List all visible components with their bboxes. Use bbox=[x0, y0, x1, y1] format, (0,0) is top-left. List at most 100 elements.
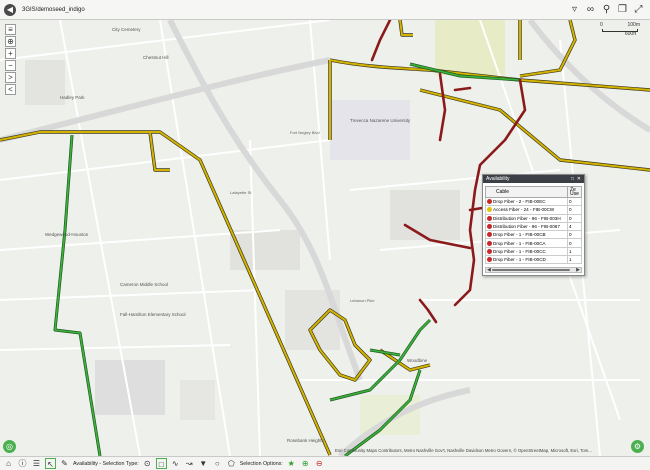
table-row[interactable]: Drop Fiber - 2 - FIB-00EC 0 bbox=[485, 196, 582, 207]
status-dot-icon bbox=[487, 199, 492, 205]
map-label-woodbine: Woodbine bbox=[407, 358, 428, 363]
table-row[interactable]: Drop Fiber - 1 - FIB-00CB 0 bbox=[485, 230, 582, 240]
scroll-left-icon[interactable]: ◀ bbox=[487, 267, 491, 273]
status-dot-icon bbox=[487, 215, 492, 221]
cable-cell[interactable]: Drop Fiber - 1 - FIB-00CA bbox=[485, 238, 568, 248]
ze-use-cell: 0 bbox=[567, 238, 582, 248]
locate-fab-icon[interactable]: ◎ bbox=[3, 440, 16, 453]
horizontal-scrollbar[interactable]: ◀ ▶ bbox=[485, 267, 582, 273]
map-label-chestnut-hill: Chestnut Hill bbox=[143, 55, 169, 60]
top-tools: ▿ ∞ ⚲ ❐ ⤢ bbox=[569, 3, 644, 16]
menu-icon[interactable]: ≡ bbox=[5, 24, 16, 35]
column-header-ze-use[interactable]: Ze Use bbox=[567, 186, 582, 198]
app-logo-icon[interactable]: ◀ bbox=[4, 3, 16, 16]
lasso-select-icon[interactable]: ⬠ bbox=[226, 458, 237, 469]
column-header-cable[interactable]: Cable bbox=[485, 186, 568, 198]
map-attribution: Esri Community Maps Contributors, Metro … bbox=[335, 448, 592, 453]
filter-icon[interactable]: ▿ bbox=[569, 3, 580, 16]
table-row[interactable]: Access Fiber - 24 - FIB-00CW 0 bbox=[485, 205, 582, 215]
rectangle-select-icon[interactable]: □ bbox=[155, 458, 167, 469]
table-row[interactable]: Distribution Fiber - 96 - FIB-003H 0 bbox=[485, 213, 582, 223]
circle-select-icon[interactable]: ○ bbox=[212, 458, 223, 469]
cable-name: Distribution Fiber - 96 - FIB-0067 bbox=[493, 224, 560, 230]
map-label-wedgewood-houston: Wedgewood-Houston bbox=[45, 232, 89, 237]
table-row[interactable]: Drop Fiber - 1 - FIB-00CA 0 bbox=[485, 238, 582, 248]
map-controls: ≡ ⊕ + − > < bbox=[5, 24, 16, 95]
selection-type-label: Availability - Selection Type: bbox=[73, 460, 139, 467]
park-area bbox=[435, 20, 505, 75]
map-label-cameron-middle: Cameron Middle School bbox=[120, 282, 169, 287]
scale-label-feet: 600ft bbox=[624, 31, 636, 37]
search-icon[interactable]: ⚲ bbox=[601, 3, 612, 16]
expand-icon[interactable]: > bbox=[5, 72, 16, 83]
app-title: 3GIS/demoseed_indigo bbox=[22, 6, 85, 13]
collapse-icon[interactable]: < bbox=[5, 84, 16, 95]
availability-panel-header[interactable]: Availability □ ✕ bbox=[483, 175, 584, 183]
scroll-right-icon[interactable]: ▶ bbox=[576, 267, 580, 273]
home-icon[interactable]: ⌂ bbox=[3, 458, 14, 469]
scale-label-zero: 0 bbox=[600, 22, 603, 28]
cable-cell[interactable]: Drop Fiber - 1 - FIB-00CD bbox=[485, 255, 568, 265]
cable-name: Distribution Fiber - 96 - FIB-003H bbox=[493, 215, 561, 221]
map-label-rosebank-heights: Rosebank Heights bbox=[287, 438, 324, 443]
cable-name: Drop Fiber - 1 - FIB-00CC bbox=[493, 248, 546, 254]
new-selection-icon[interactable]: ★ bbox=[286, 458, 297, 469]
road-label-lebanon-pike: Lebanon Pike bbox=[350, 298, 375, 303]
status-dot-icon bbox=[487, 257, 492, 263]
cable-cell[interactable]: Drop Fiber - 1 - FIB-00CC bbox=[485, 246, 568, 257]
availability-panel-title: Availability bbox=[486, 176, 510, 182]
map-label-hadley-park: Hadley Park bbox=[60, 95, 85, 100]
building-block bbox=[25, 60, 65, 105]
ze-use-cell: 1 bbox=[567, 255, 582, 265]
line-select-icon[interactable]: ∿ bbox=[170, 458, 181, 469]
cable-cell[interactable]: Drop Fiber - 2 - FIB-00EC bbox=[485, 196, 568, 207]
ze-use-cell: 0 bbox=[567, 196, 582, 207]
ze-use-cell: 0 bbox=[567, 230, 582, 240]
pencil-icon[interactable]: ✎ bbox=[59, 458, 70, 469]
cable-cell[interactable]: Distribution Fiber - 96 - FIB-0067 bbox=[485, 221, 568, 232]
table-row[interactable]: Drop Fiber - 1 - FIB-00CC 1 bbox=[485, 246, 582, 257]
pointer-icon[interactable]: ↖ bbox=[45, 458, 56, 469]
info-icon[interactable]: ⓘ bbox=[17, 458, 28, 469]
cable-name: Drop Fiber - 2 - FIB-00EC bbox=[493, 199, 546, 205]
availability-panel[interactable]: Availability □ ✕ Cable Ze Use Drop Fiber… bbox=[482, 174, 585, 276]
add-selection-icon[interactable]: ⊕ bbox=[300, 458, 311, 469]
building-block bbox=[390, 190, 460, 240]
cable-cell[interactable]: Access Fiber - 24 - FIB-00CW bbox=[485, 205, 568, 215]
availability-rows: Drop Fiber - 2 - FIB-00EC 0 Access Fiber -… bbox=[485, 196, 582, 265]
table-row[interactable]: Distribution Fiber - 96 - FIB-0067 4 bbox=[485, 221, 582, 232]
road-label-lafayette: Lafayette St bbox=[230, 190, 252, 195]
scrollbar-thumb[interactable] bbox=[492, 269, 570, 271]
building-block bbox=[180, 380, 215, 420]
cable-cell[interactable]: Drop Fiber - 1 - FIB-00CB bbox=[485, 230, 568, 240]
freehand-select-icon[interactable]: ↝ bbox=[184, 458, 195, 469]
cable-name: Drop Fiber - 1 - FIB-00CB bbox=[493, 232, 546, 238]
point-select-icon[interactable]: ⊙ bbox=[142, 458, 153, 469]
zoom-in-button[interactable]: + bbox=[5, 48, 16, 59]
link-icon[interactable]: ∞ bbox=[585, 3, 596, 16]
locate-icon[interactable]: ⊕ bbox=[5, 36, 16, 47]
map-label-city-cemetery: City Cemetery bbox=[112, 27, 141, 32]
map-label-fall-hamilton: Fall-Hamilton Elementary School bbox=[120, 312, 186, 317]
layers-icon[interactable]: ☰ bbox=[31, 458, 42, 469]
ze-use-cell: 1 bbox=[567, 246, 582, 257]
cable-name: Access Fiber - 24 - FIB-00CW bbox=[493, 207, 555, 213]
window-icon[interactable]: ❐ bbox=[617, 3, 628, 16]
status-dot-icon bbox=[487, 248, 492, 254]
selection-options-label: Selection Options: bbox=[239, 460, 283, 467]
zoom-out-button[interactable]: − bbox=[5, 60, 16, 71]
road-label-fort-negley: Fort Negley Blvd bbox=[290, 130, 320, 135]
availability-table: Cable Ze Use Drop Fiber - 2 - FIB-00EC 0 A… bbox=[485, 186, 582, 265]
status-dot-icon bbox=[487, 240, 492, 246]
settings-fab-icon[interactable]: ⚙ bbox=[631, 440, 644, 453]
close-icon[interactable]: ✕ bbox=[577, 175, 581, 183]
map-scale: 0 100m 600ft bbox=[600, 22, 640, 37]
cable-cell[interactable]: Distribution Fiber - 96 - FIB-003H bbox=[485, 213, 568, 223]
polygon-select-icon[interactable]: ▼ bbox=[198, 458, 209, 469]
remove-selection-icon[interactable]: ⊖ bbox=[314, 458, 325, 469]
maximize-icon[interactable]: □ bbox=[571, 175, 574, 183]
fullscreen-icon[interactable]: ⤢ bbox=[633, 3, 644, 16]
campus-area bbox=[330, 100, 410, 160]
table-row[interactable]: Drop Fiber - 1 - FIB-00CD 1 bbox=[485, 255, 582, 265]
cable-name: Drop Fiber - 1 - FIB-00CA bbox=[493, 240, 546, 246]
